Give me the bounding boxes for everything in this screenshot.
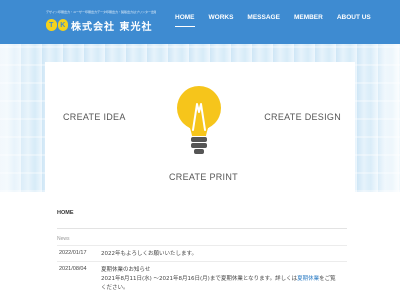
news-text-segment: をご覧 — [319, 276, 336, 282]
news-separator — [57, 261, 347, 262]
news-date: 2022/01/17 — [59, 250, 87, 256]
news-text-line: 2021年8月11日(水) ～2021年8月16日(月)まで夏期休業となります。… — [101, 275, 347, 284]
news-section-label: News — [57, 236, 70, 242]
hero-card: CREATE IDEA CREATE DESIGN CREATE PRINT — [45, 62, 355, 192]
logo-letter-t: T — [46, 19, 57, 31]
news-text-line: 夏期休業のお知らせ — [101, 267, 151, 273]
hero-label-idea: CREATE IDEA — [63, 112, 126, 122]
lightbulb-icon — [177, 86, 221, 154]
nav-home[interactable]: HOME — [168, 14, 202, 27]
nav-member[interactable]: MEMBER — [287, 14, 330, 21]
news-text-line: ください。 — [101, 285, 129, 291]
nav-message[interactable]: MESSAGE — [240, 14, 287, 21]
nav-works[interactable]: WORKS — [202, 14, 241, 21]
company-name: 株式会社 東光社 — [71, 22, 153, 33]
news-text-segment: 2021年8月11日(水) ～2021年8月16日(月)まで夏期休業となります。… — [101, 276, 298, 282]
news-date: 2021/08/04 — [59, 266, 87, 272]
content-divider — [57, 228, 347, 229]
news-separator — [57, 245, 347, 246]
news-text: 2022年もよろしくお願いいたします。 — [101, 250, 347, 259]
hero-label-print: CREATE PRINT — [169, 172, 238, 182]
hero-label-design: CREATE DESIGN — [264, 112, 341, 122]
nav-about-us[interactable]: ABOUT US — [330, 14, 378, 21]
breadcrumb[interactable]: HOME — [57, 210, 74, 216]
news-text: 夏期休業のお知らせ 2021年8月11日(水) ～2021年8月16日(月)まで… — [101, 266, 347, 293]
logo-tagline: デザイン印刷出力・ユーザー印刷出力データ印刷出力・製版出力はプリンター出版 — [46, 10, 156, 14]
site-header: デザイン印刷出力・ユーザー印刷出力データ印刷出力・製版出力はプリンター出版 T … — [0, 0, 400, 44]
summer-holiday-link[interactable]: 夏期休業 — [297, 276, 319, 282]
logo-mark: T K — [46, 19, 68, 31]
logo-letter-k: K — [57, 19, 68, 31]
main-nav: HOME WORKS MESSAGE MEMBER ABOUT US — [168, 14, 378, 27]
news-text-line: 2022年もよろしくお願いいたします。 — [101, 251, 197, 257]
hero-banner: CREATE IDEA CREATE DESIGN CREATE PRINT — [0, 44, 400, 192]
